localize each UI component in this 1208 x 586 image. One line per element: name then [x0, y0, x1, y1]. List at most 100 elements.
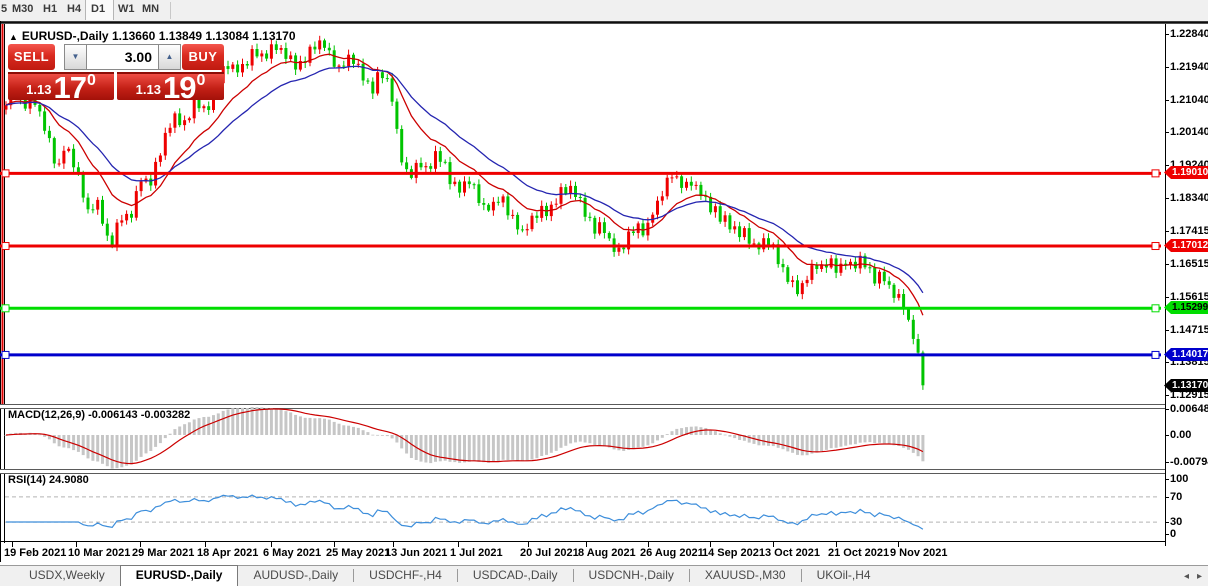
chart-symbol-period: EURUSD-,Daily — [22, 29, 109, 43]
ohlc-high: 1.13849 — [159, 29, 202, 43]
bid-price-prefix: 1.13 — [26, 82, 51, 97]
price-line-tag: 1.15299 — [1164, 301, 1208, 314]
macd-values: -0.006143 -0.003282 — [88, 409, 190, 421]
price-line-tag: 1.19010 — [1164, 166, 1208, 179]
timeframe-button-mn[interactable]: MN — [142, 3, 159, 15]
price-line-tag: 1.17012 — [1164, 239, 1208, 252]
rsi-axis-label: 100 — [1170, 473, 1188, 485]
rsi-axis-tick — [1165, 479, 1169, 480]
chart-title: ▲EURUSD-,Daily 1.13660 1.13849 1.13084 1… — [9, 29, 296, 43]
rsi-axis-tick — [1165, 497, 1169, 498]
volume-decrease-button[interactable]: ▼ — [64, 44, 87, 70]
ask-price-big: 19 — [163, 75, 195, 100]
sell-price-panel[interactable]: 1.13 17 0 — [8, 72, 114, 100]
rsi-panel-chart[interactable] — [0, 472, 1165, 541]
timeframe-button-m30[interactable]: M30 — [12, 3, 33, 15]
timeframe-button-w1[interactable]: W1 — [118, 3, 135, 15]
spin-up-icon: ▲ — [166, 52, 174, 61]
bid-price-pip: 0 — [87, 72, 96, 90]
tab-scroll-right-icon[interactable]: ▸ — [1197, 571, 1202, 582]
date-axis-label: 13 Jun 2021 — [385, 547, 447, 559]
rsi-value: 24.9080 — [49, 474, 89, 486]
date-axis-label: 26 Aug 2021 — [640, 547, 704, 559]
chart-tab-eurusd[interactable]: EURUSD-,Daily — [120, 565, 239, 586]
sell-button[interactable]: SELL — [8, 44, 55, 70]
terminal-window: 5M30H1H4D1W1MN ▲EURUSD-,Daily 1.13660 1.… — [0, 0, 1208, 586]
buy-price-panel[interactable]: 1.13 19 0 — [117, 72, 224, 100]
date-axis-label: 8 Aug 2021 — [578, 547, 636, 559]
date-axis-label: 6 May 2021 — [263, 547, 321, 559]
date-axis-label: 1 Jul 2021 — [450, 547, 503, 559]
ohlc-low: 1.13084 — [205, 29, 248, 43]
price-axis-tick — [1165, 297, 1169, 298]
one-click-trading-widget: SELL ▼ ▲ BUY 1.13 17 0 1.13 19 0 — [8, 44, 224, 100]
bid-price-big: 17 — [53, 75, 85, 100]
macd-axis-label: -0.007947 — [1170, 456, 1208, 468]
timeframe-button-5[interactable]: 5 — [1, 3, 7, 15]
price-axis-tick — [1165, 264, 1169, 265]
price-axis-label: 1.16515 — [1170, 258, 1208, 270]
toolbar-separator — [170, 2, 171, 19]
collapse-triangle-icon[interactable]: ▲ — [9, 32, 18, 42]
timeframe-button-h1[interactable]: H1 — [43, 3, 57, 15]
volume-increase-button[interactable]: ▲ — [158, 44, 181, 70]
rsi-axis-label: 70 — [1170, 491, 1182, 503]
price-axis-tick — [1165, 231, 1169, 232]
price-axis-tick — [1165, 395, 1169, 396]
date-axis-label: 21 Oct 2021 — [828, 547, 889, 559]
rsi-axis-tick — [1165, 522, 1169, 523]
chart-tab-usdcad[interactable]: USDCAD-,Daily — [458, 566, 573, 586]
chart-tab-xauusd[interactable]: XAUUSD-,M30 — [690, 566, 801, 586]
macd-axis-label: 0.006485 — [1170, 403, 1208, 415]
timeframe-button-h4[interactable]: H4 — [67, 3, 81, 15]
timeframe-toolbar: 5 M30 H1 H4 D1 W1 MN — [0, 0, 1208, 21]
chart-bottom-border — [0, 541, 1165, 542]
rsi-name: RSI(14) — [8, 474, 46, 486]
ask-price-prefix: 1.13 — [136, 82, 161, 97]
price-axis-label: 1.14715 — [1170, 324, 1208, 336]
chart-tab-usdcnh[interactable]: USDCNH-,Daily — [574, 566, 689, 586]
price-axis-label: 1.18340 — [1170, 192, 1208, 204]
price-axis-label: 1.22840 — [1170, 28, 1208, 40]
buy-button[interactable]: BUY — [182, 44, 224, 70]
price-axis-border — [1165, 24, 1166, 546]
date-axis-label: 9 Nov 2021 — [890, 547, 947, 559]
rsi-label: RSI(14) 24.9080 — [8, 474, 89, 486]
price-line-tag: 1.14017 — [1164, 348, 1208, 361]
rsi-axis-label: 0 — [1170, 528, 1176, 540]
price-axis-tick — [1165, 165, 1169, 166]
tab-scroll-left-icon[interactable]: ◂ — [1184, 571, 1189, 582]
price-axis-tick — [1165, 330, 1169, 331]
date-axis-label: 3 Oct 2021 — [765, 547, 820, 559]
price-axis-tick — [1165, 100, 1169, 101]
rsi-axis-label: 30 — [1170, 516, 1182, 528]
date-axis-label: 14 Sep 2021 — [702, 547, 765, 559]
chart-tab-usdchf[interactable]: USDCHF-,H4 — [354, 566, 457, 586]
chart-tab-usdx[interactable]: USDX,Weekly — [14, 566, 120, 586]
date-axis-label: 20 Jul 2021 — [520, 547, 579, 559]
macd-label: MACD(12,26,9) -0.006143 -0.003282 — [8, 409, 190, 421]
macd-name: MACD(12,26,9) — [8, 409, 85, 421]
chart-tab-audusd[interactable]: AUDUSD-,Daily — [238, 566, 353, 586]
price-axis-tick — [1165, 34, 1169, 35]
chart-tab-ukoil[interactable]: UKOil-,H4 — [802, 566, 886, 586]
timeframe-button-d1[interactable]: D1 — [91, 3, 105, 15]
spin-down-icon: ▼ — [72, 52, 80, 61]
date-axis-label: 18 Apr 2021 — [197, 547, 258, 559]
date-axis-label: 19 Feb 2021 — [4, 547, 66, 559]
date-axis-label: 10 Mar 2021 — [68, 547, 130, 559]
chart-tab-bar: USDX,WeeklyEURUSD-,DailyAUDUSD-,DailyUSD… — [0, 565, 1208, 586]
price-axis-label: 1.21940 — [1170, 61, 1208, 73]
macd-axis-tick — [1165, 462, 1169, 463]
rsi-axis-tick — [1165, 534, 1169, 535]
price-axis-label: 1.17415 — [1170, 225, 1208, 237]
macd-axis-label: 0.00 — [1170, 429, 1191, 441]
volume-input[interactable] — [87, 44, 158, 70]
macd-axis-tick — [1165, 435, 1169, 436]
price-axis-tick — [1165, 67, 1169, 68]
macd-axis-tick — [1165, 409, 1169, 410]
price-line-tag: 1.13170 — [1164, 379, 1208, 392]
price-axis-tick — [1165, 198, 1169, 199]
price-axis-tick — [1165, 362, 1169, 363]
price-axis-label: 1.20140 — [1170, 126, 1208, 138]
